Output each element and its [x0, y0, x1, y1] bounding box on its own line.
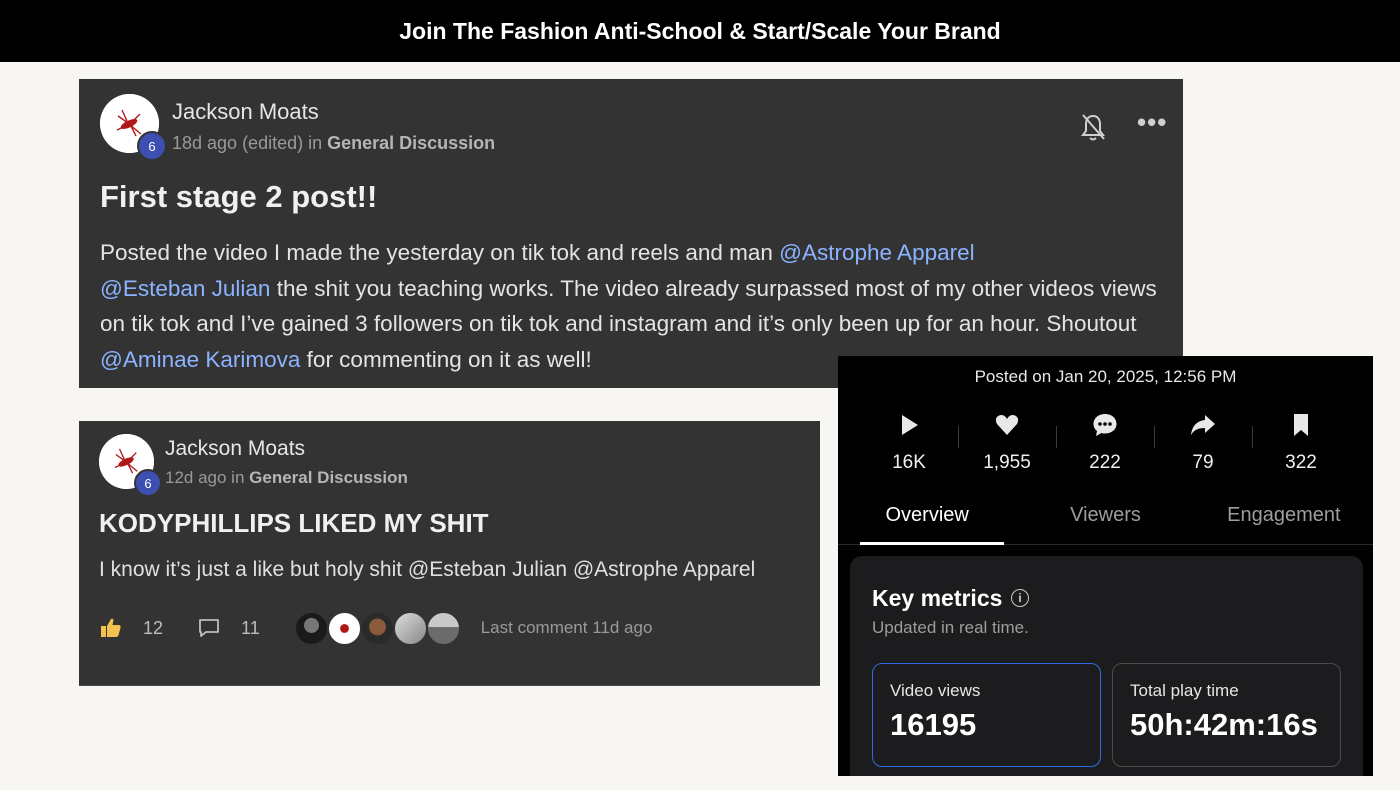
post-time: 12d ago in [165, 468, 250, 487]
key-metrics-subtitle: Updated in real time. [872, 618, 1029, 637]
video-analytics-panel: Posted on Jan 20, 2025, 12:56 PM 16K 1,9… [838, 356, 1373, 776]
heart-icon [995, 414, 1019, 435]
comment-count: 11 [241, 617, 260, 638]
avatar[interactable] [326, 610, 362, 646]
author-name[interactable]: Jackson Moats [172, 99, 319, 125]
more-dots-icon[interactable]: ••• [1137, 109, 1167, 142]
mention-link[interactable]: @Esteban Julian [100, 276, 270, 301]
post-time: 18d ago (edited) in [172, 133, 328, 153]
post-title[interactable]: First stage 2 post!! [100, 179, 377, 215]
divider [79, 685, 820, 686]
promo-banner[interactable]: Join The Fashion Anti-School & Start/Sca… [0, 0, 1400, 62]
info-icon[interactable]: i [1011, 589, 1029, 607]
comment-bubble-icon [1093, 414, 1117, 436]
post-footer: 12 11 Last comment 11d ago [99, 610, 799, 646]
metric-value: 50h:42m:16s [1130, 707, 1318, 742]
post-body: I know it’s just a like but holy shit @E… [99, 558, 756, 581]
stat-value: 79 [1192, 452, 1214, 473]
category-link[interactable]: General Discussion [249, 468, 408, 487]
stat-saves: 322 [1252, 406, 1350, 474]
post-title[interactable]: KODYPHILLIPS LIKED MY SHIT [99, 508, 489, 539]
metric-label: Video views [890, 681, 981, 700]
post-card[interactable]: 6 Jackson Moats 12d ago in General Discu… [79, 421, 820, 686]
share-icon [1191, 415, 1215, 435]
stat-shares: 79 [1154, 406, 1252, 474]
body-text: Posted the video I made the yesterday on… [100, 240, 780, 265]
stat-value: 222 [1089, 452, 1121, 473]
mention-link[interactable]: @Astrophe Apparel [779, 240, 974, 265]
author-avatar[interactable]: 6 [100, 94, 167, 161]
avatar[interactable] [425, 610, 461, 646]
tab-overview[interactable]: Overview [838, 504, 1016, 545]
stat-value: 16K [892, 452, 926, 473]
metric-play-time[interactable]: Total play time 50h:42m:16s [1112, 663, 1341, 767]
category-link[interactable]: General Discussion [327, 133, 495, 153]
thumbs-up-icon[interactable] [99, 616, 123, 640]
stats-row: 16K 1,955 222 79 322 [860, 406, 1350, 474]
posted-date: Posted on Jan 20, 2025, 12:56 PM [974, 367, 1237, 386]
body-text: for commenting on it as well! [300, 346, 592, 372]
stat-value: 322 [1285, 452, 1317, 473]
author-name[interactable]: Jackson Moats [165, 437, 305, 461]
last-comment: Last comment 11d ago [480, 618, 653, 637]
level-badge: 6 [134, 469, 162, 497]
banner-text: Join The Fashion Anti-School & Start/Sca… [399, 17, 1001, 44]
metric-video-views[interactable]: Video views 16195 [872, 663, 1101, 767]
tab-engagement[interactable]: Engagement [1195, 504, 1373, 544]
commenter-avatars[interactable] [293, 610, 461, 646]
post-meta: 12d ago in General Discussion [165, 468, 408, 488]
avatar[interactable] [392, 610, 428, 646]
author-avatar[interactable]: 6 [99, 434, 162, 497]
metric-label: Total play time [1130, 681, 1239, 700]
analytics-tabs: Overview Viewers Engagement [838, 504, 1373, 545]
key-metrics-card: Key metrics i Updated in real time. Vide… [850, 556, 1363, 776]
stat-likes: 1,955 [958, 406, 1056, 474]
post-meta: 18d ago (edited) in General Discussion [172, 133, 495, 154]
tab-viewers[interactable]: Viewers [1016, 504, 1194, 544]
bell-off-icon[interactable] [1079, 112, 1107, 142]
metric-value: 16195 [890, 707, 977, 742]
stat-plays: 16K [860, 406, 958, 474]
play-icon [902, 415, 918, 435]
mention-link[interactable]: @Aminae Karimova [100, 347, 300, 372]
comment-icon[interactable] [197, 616, 221, 640]
avatar[interactable] [359, 610, 395, 646]
level-badge: 6 [137, 131, 167, 161]
key-metrics-title: Key metrics [872, 585, 1003, 611]
bookmark-icon [1294, 414, 1308, 436]
stat-value: 1,955 [983, 452, 1031, 473]
avatar[interactable] [293, 610, 329, 646]
like-count: 12 [143, 617, 164, 638]
stat-comments: 222 [1056, 406, 1154, 474]
post-card[interactable]: 6 Jackson Moats 18d ago (edited) in Gene… [79, 79, 1183, 388]
